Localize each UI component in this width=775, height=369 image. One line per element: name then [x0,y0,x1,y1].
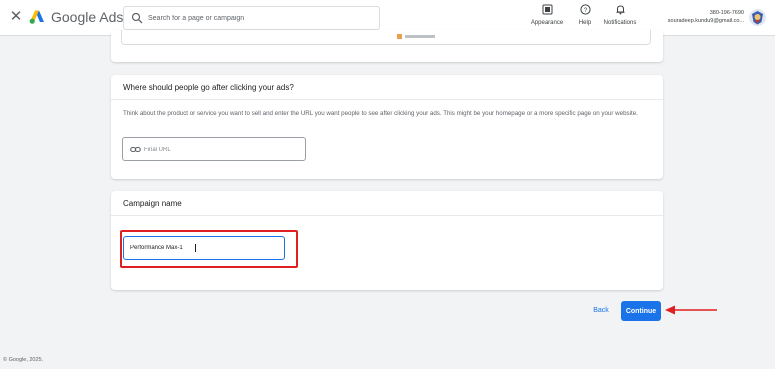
search-icon [131,12,143,24]
campaign-name-title: Campaign name [123,199,182,208]
appearance-icon [542,4,552,15]
help-button[interactable]: ? Help [574,4,596,32]
google-ads-logo [29,10,44,24]
help-label: Help [578,20,592,26]
back-button[interactable]: Back [589,304,613,318]
account-id: 380-196-7690 [709,10,744,16]
previous-section-box [121,30,651,45]
continue-button[interactable]: Continue [621,301,661,321]
text-cursor [195,244,196,252]
appearance-label: Appearance [530,20,564,26]
copyright-text: © Google, 2025. [3,357,44,363]
notifications-button[interactable]: Notifications [600,4,640,32]
link-icon [130,146,141,153]
help-icon: ? [579,4,591,15]
notifications-label: Notifications [603,20,637,26]
bell-icon [616,5,624,15]
close-icon[interactable]: ✕ [9,9,23,25]
final-url-input[interactable] [144,142,302,157]
avatar[interactable] [749,9,766,26]
svg-text:?: ? [583,7,587,14]
annotation-arrow-icon [665,305,717,315]
previous-section-card [111,30,663,62]
final-url-section-title: Where should people go after clicking yo… [123,83,294,92]
truncated-text-marker [405,35,435,38]
search-input[interactable] [148,10,376,26]
search-box[interactable] [123,6,380,30]
account-email: souradeep.kundu9@gmail.co... [667,18,744,24]
divider [111,215,663,216]
final-url-description: Think about the product or service you w… [123,110,638,117]
orange-marker [397,34,402,39]
final-url-field[interactable] [122,137,306,161]
account-info[interactable]: 380-196-7690 souradeep.kundu9@gmail.co..… [648,9,744,25]
brand-name: Google Ads [51,9,124,25]
campaign-name-field[interactable] [123,236,285,260]
campaign-name-card: Campaign name [111,191,663,290]
final-url-card: Where should people go after clicking yo… [111,75,663,179]
appearance-button[interactable]: Appearance [528,4,566,32]
campaign-name-input[interactable] [130,241,278,255]
divider [111,99,663,100]
